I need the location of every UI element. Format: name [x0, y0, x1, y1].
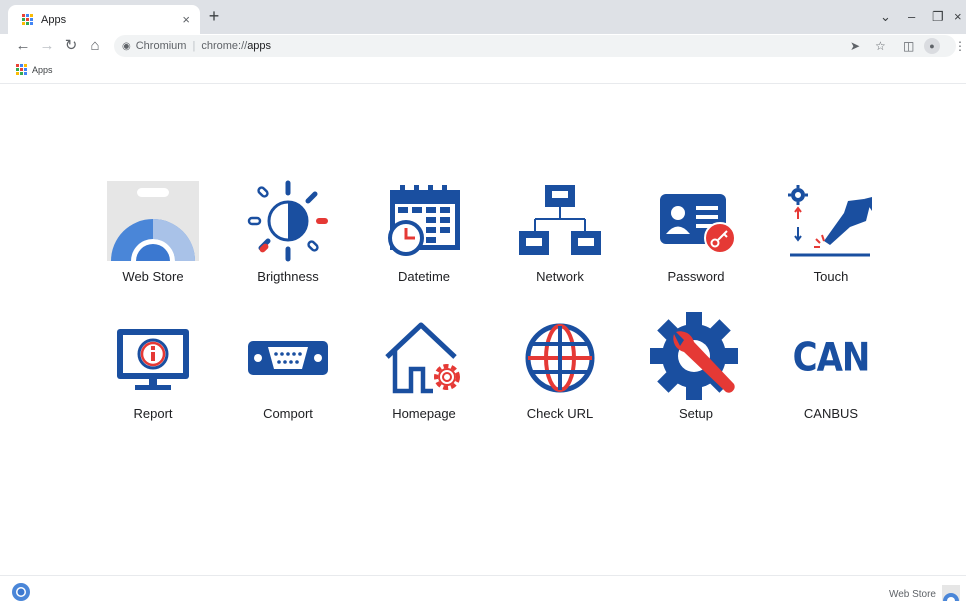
- app-password[interactable]: Password: [631, 179, 761, 304]
- app-label: Homepage: [392, 406, 456, 421]
- app-setup[interactable]: Setup: [631, 312, 761, 441]
- app-web-store[interactable]: Web Store: [88, 179, 218, 304]
- chromium-logo-icon: [12, 583, 30, 601]
- toolbar: ← → ↻ ⌂ ◉ Chromium | chrome://apps ➤ ☆ ◫…: [0, 34, 966, 59]
- app-network[interactable]: Network: [495, 179, 625, 304]
- id-card-key-icon: [649, 179, 743, 263]
- apps-grid-icon: [22, 14, 33, 25]
- reload-icon[interactable]: ↻: [62, 37, 80, 55]
- url-path: apps: [247, 40, 272, 52]
- web-store-link[interactable]: Web Store: [889, 589, 936, 600]
- url-text: chrome://apps: [201, 40, 271, 52]
- house-gear-icon: [377, 316, 471, 400]
- new-tab-button[interactable]: +: [204, 6, 224, 26]
- app-label: Report: [133, 406, 173, 421]
- network-icon: [513, 179, 607, 263]
- app-label: CANBUS: [803, 406, 859, 421]
- window-close-icon[interactable]: ×: [954, 9, 962, 24]
- url-scheme: chrome://: [201, 40, 248, 52]
- app-label: Brigthness: [257, 269, 319, 284]
- app-label: Web Store: [122, 269, 184, 284]
- back-icon[interactable]: ←: [14, 37, 32, 55]
- bookmarks-bar: Apps: [0, 59, 966, 84]
- tab-title: Apps: [41, 13, 67, 26]
- tab-search-icon[interactable]: ⌄: [880, 9, 891, 25]
- bookmark-label: Apps: [32, 64, 53, 75]
- profile-icon[interactable]: ●: [924, 38, 940, 54]
- app-canbus[interactable]: CAN CANBUS: [766, 316, 896, 441]
- tab-apps[interactable]: Apps ×: [8, 5, 200, 34]
- app-datetime[interactable]: Datetime: [359, 179, 489, 304]
- site-info-icon[interactable]: ◉: [122, 41, 131, 52]
- app-report[interactable]: Report: [88, 316, 218, 441]
- site-label: Chromium: [135, 40, 187, 52]
- brightness-icon: [241, 179, 335, 263]
- footer: Web Store: [0, 575, 966, 606]
- can-icon: CAN: [784, 316, 878, 400]
- app-label: Network: [536, 269, 584, 284]
- web-store-icon: [106, 179, 200, 263]
- app-brightness[interactable]: Brigthness: [223, 179, 353, 304]
- calendar-clock-icon: [377, 179, 471, 263]
- web-store-icon[interactable]: [942, 585, 960, 601]
- tab-close-icon[interactable]: ×: [182, 12, 190, 27]
- send-icon[interactable]: ➤: [850, 39, 860, 53]
- side-panel-icon[interactable]: ◫: [903, 39, 914, 53]
- bookmark-star-icon[interactable]: ☆: [875, 39, 886, 53]
- app-homepage[interactable]: Homepage: [359, 316, 489, 441]
- bookmark-apps[interactable]: Apps: [16, 64, 53, 75]
- serial-port-icon: [241, 316, 335, 400]
- gear-wrench-icon: [649, 312, 743, 400]
- home-icon[interactable]: ⌂: [86, 37, 104, 55]
- app-check-url[interactable]: Check URL: [495, 316, 625, 441]
- app-label: Comport: [263, 406, 313, 421]
- app-label: Check URL: [526, 406, 594, 421]
- app-label: Password: [667, 269, 725, 284]
- menu-icon[interactable]: ⋮: [954, 39, 966, 53]
- tab-strip: Apps × + ⌄ – ❐ ×: [0, 0, 966, 34]
- apps-grid-icon: [16, 64, 27, 75]
- restore-icon[interactable]: ❐: [932, 9, 944, 25]
- app-label: Datetime: [397, 269, 451, 284]
- app-comport[interactable]: Comport: [223, 316, 353, 441]
- touch-hand-icon: [784, 179, 878, 263]
- globe-icon: [513, 316, 607, 400]
- address-bar[interactable]: ◉ Chromium | chrome://apps: [114, 35, 956, 57]
- app-label: Touch: [813, 269, 849, 284]
- monitor-info-icon: [106, 316, 200, 400]
- forward-icon[interactable]: →: [38, 37, 56, 55]
- app-touch[interactable]: Touch: [766, 179, 896, 304]
- can-logo-text: CAN: [792, 335, 871, 381]
- divider: |: [192, 40, 196, 52]
- minimize-icon[interactable]: –: [908, 9, 915, 24]
- app-label: Setup: [679, 406, 713, 421]
